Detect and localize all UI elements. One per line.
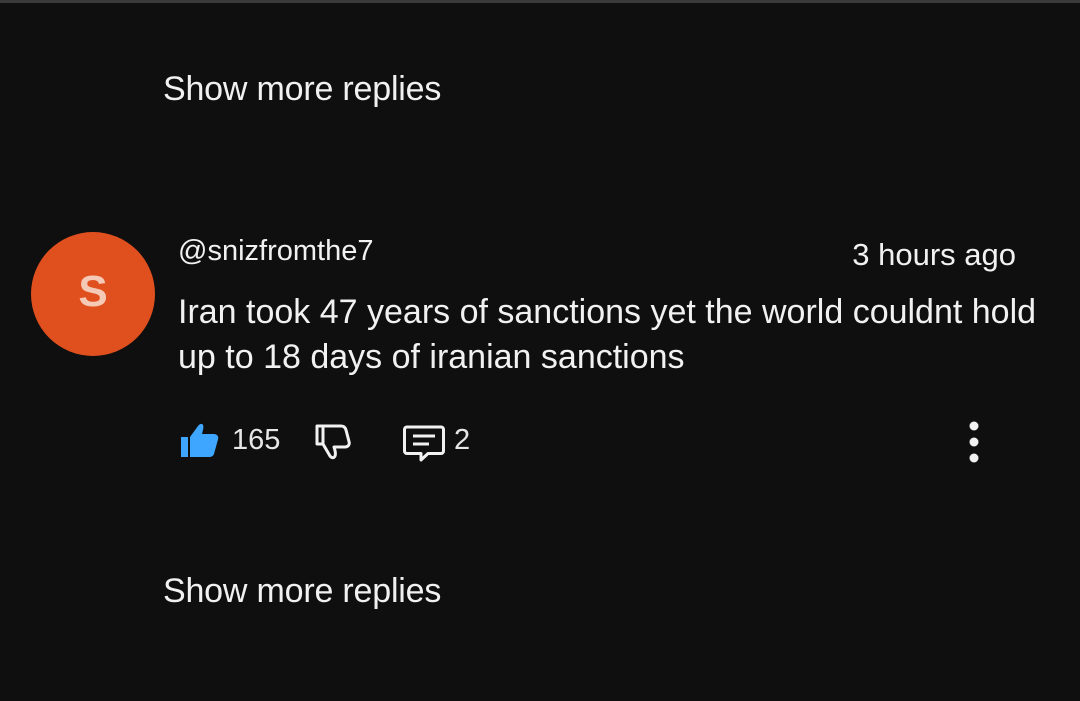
comment-text: Iran took 47 years of sanctions yet the … — [178, 293, 1037, 376]
thumbs-down-icon[interactable] — [314, 422, 354, 462]
comment-action-bar: 165 2 — [178, 418, 1028, 464]
comment-timestamp: 3 hours ago — [852, 237, 1016, 272]
more-vertical-icon[interactable] — [962, 418, 986, 466]
show-more-replies-button-top[interactable]: Show more replies — [163, 70, 441, 109]
avatar[interactable]: S — [31, 232, 155, 356]
comment-reply-icon[interactable] — [402, 423, 446, 463]
top-divider — [0, 0, 1080, 3]
comment-author-handle[interactable]: @snizfromthe7 — [178, 235, 373, 268]
like-count: 165 — [232, 424, 281, 456]
avatar-letter: S — [78, 267, 108, 316]
thumbs-up-icon[interactable] — [178, 420, 220, 460]
reply-count: 2 — [454, 424, 471, 456]
show-more-replies-button-bottom[interactable]: Show more replies — [163, 572, 441, 611]
